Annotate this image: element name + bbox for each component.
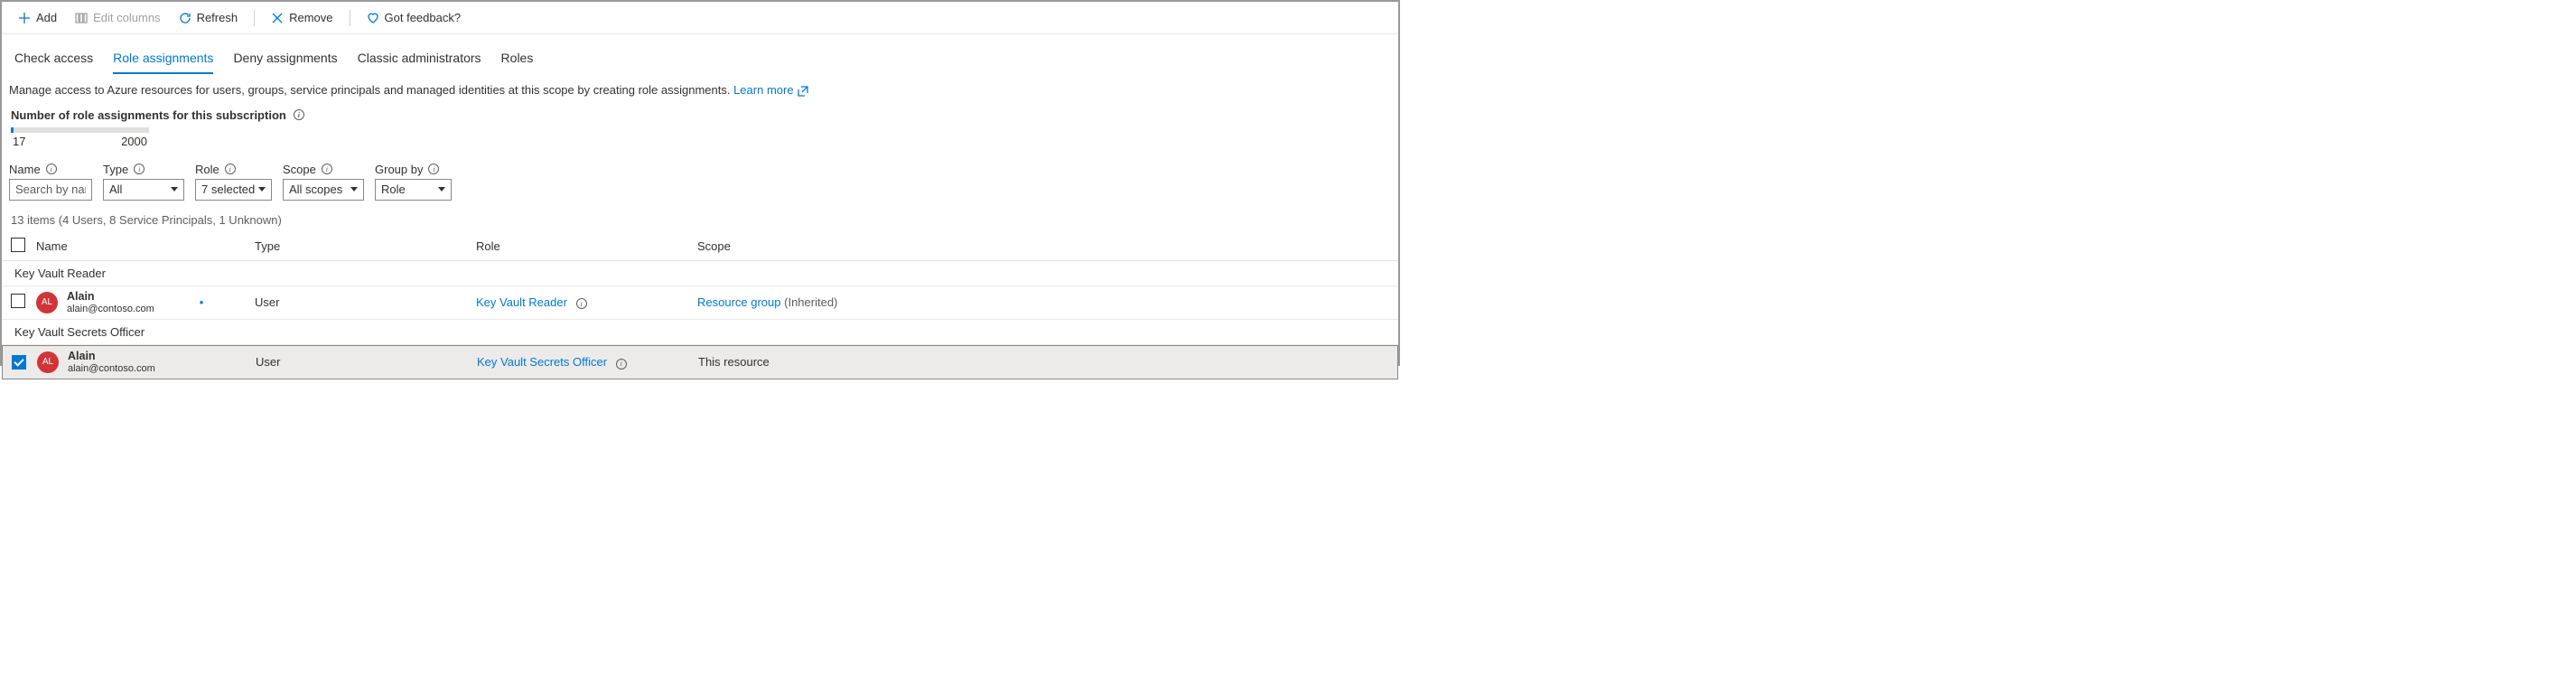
feedback-label: Got feedback?: [385, 11, 462, 24]
row-menu-icon[interactable]: •: [200, 295, 204, 309]
feedback-button[interactable]: Got feedback?: [359, 7, 469, 28]
scope-text: This resource: [698, 355, 770, 369]
x-icon: [271, 12, 284, 24]
user-name: Alain: [68, 350, 155, 363]
chevron-down-icon: [171, 187, 178, 192]
row-checkbox[interactable]: [11, 294, 25, 308]
user-stack: Alain alain@contoso.com: [68, 350, 155, 375]
filter-scope-label: Scope i: [283, 163, 364, 176]
filter-groupby-label: Group by i: [375, 163, 452, 176]
user-stack: Alain alain@contoso.com: [67, 290, 154, 315]
edit-columns-button[interactable]: Edit columns: [68, 7, 167, 28]
usage-section: Number of role assignments for this subs…: [2, 101, 1398, 152]
learn-more-link[interactable]: Learn more: [733, 83, 809, 97]
cell-type: User: [256, 355, 477, 369]
info-icon[interactable]: i: [225, 164, 236, 174]
chevron-down-icon: [350, 187, 358, 192]
group-header: Key Vault Reader: [2, 261, 1398, 286]
scope-suffix: (Inherited): [784, 295, 837, 309]
toolbar-divider: [254, 10, 255, 26]
filter-name-label: Name i: [9, 163, 92, 176]
row-checkbox[interactable]: [12, 355, 26, 370]
column-scope[interactable]: Scope: [697, 239, 1389, 253]
info-icon[interactable]: i: [294, 109, 304, 120]
add-button[interactable]: Add: [11, 7, 64, 28]
info-icon[interactable]: i: [616, 359, 627, 370]
command-bar: Add Edit columns Refresh Remove Got feed…: [2, 2, 1398, 34]
filter-name-group: Name i: [9, 163, 92, 201]
select-all-checkbox[interactable]: [11, 238, 25, 252]
avatar: AL: [37, 351, 59, 373]
info-icon[interactable]: i: [428, 164, 439, 174]
tab-roles[interactable]: Roles: [501, 47, 534, 74]
description-body: Manage access to Azure resources for use…: [9, 83, 733, 97]
tab-classic-administrators[interactable]: Classic administrators: [358, 47, 481, 74]
filter-type-group: Type i All: [103, 163, 184, 201]
items-count: 13 items (4 Users, 8 Service Principals,…: [2, 204, 1398, 232]
refresh-icon: [179, 12, 191, 24]
usage-title: Number of role assignments for this subs…: [11, 108, 304, 122]
column-name[interactable]: Name: [36, 239, 255, 253]
usage-progress: [11, 127, 149, 133]
usage-max: 2000: [121, 135, 147, 148]
usage-progress-fill: [11, 127, 14, 133]
usage-labels: 17 2000: [11, 135, 149, 148]
scope-dropdown[interactable]: All scopes: [283, 179, 364, 201]
scope-link[interactable]: Resource group: [697, 295, 781, 309]
table-row[interactable]: AL Alain alain@contoso.com User Key Vaul…: [2, 345, 1398, 379]
user-email: alain@contoso.com: [68, 363, 155, 375]
group-header: Key Vault Secrets Officer: [2, 320, 1398, 345]
plus-icon: [18, 12, 31, 24]
role-link[interactable]: Key Vault Reader: [476, 295, 567, 309]
heart-icon: [367, 12, 379, 24]
column-type[interactable]: Type: [255, 239, 476, 253]
external-link-icon: [797, 85, 809, 98]
tab-role-assignments[interactable]: Role assignments: [113, 47, 213, 74]
chevron-down-icon: [438, 187, 445, 192]
info-icon[interactable]: i: [322, 164, 332, 174]
usage-current: 17: [13, 135, 25, 148]
remove-label: Remove: [289, 11, 332, 24]
tab-check-access[interactable]: Check access: [14, 47, 93, 74]
refresh-button[interactable]: Refresh: [172, 7, 246, 28]
info-icon[interactable]: i: [46, 164, 57, 174]
table-header: Name Type Role Scope: [2, 232, 1398, 261]
cell-type: User: [255, 295, 476, 309]
search-input-field[interactable]: [15, 183, 86, 196]
table-row[interactable]: AL Alain alain@contoso.com • User Key Va…: [2, 286, 1398, 320]
filter-scope-group: Scope i All scopes: [283, 163, 364, 201]
filter-type-label: Type i: [103, 163, 184, 176]
tab-bar: Check access Role assignments Deny assig…: [2, 47, 1398, 74]
filter-bar: Name i Type i All Role i 7 selected Scop…: [2, 152, 1398, 204]
filter-role-label: Role i: [195, 163, 272, 176]
add-label: Add: [36, 11, 57, 24]
groupby-dropdown[interactable]: Role: [375, 179, 452, 201]
remove-button[interactable]: Remove: [264, 7, 340, 28]
refresh-label: Refresh: [197, 11, 238, 24]
user-email: alain@contoso.com: [67, 304, 154, 315]
user-name: Alain: [67, 290, 154, 304]
description-text: Manage access to Azure resources for use…: [2, 74, 1398, 101]
edit-columns-label: Edit columns: [93, 11, 160, 24]
avatar: AL: [36, 292, 58, 314]
filter-role-group: Role i 7 selected: [195, 163, 272, 201]
column-role[interactable]: Role: [476, 239, 697, 253]
filter-groupby-group: Group by i Role: [375, 163, 452, 201]
info-icon[interactable]: i: [134, 164, 145, 174]
role-dropdown[interactable]: 7 selected: [195, 179, 272, 201]
info-icon[interactable]: i: [576, 298, 587, 309]
role-link[interactable]: Key Vault Secrets Officer: [477, 355, 607, 369]
tab-deny-assignments[interactable]: Deny assignments: [233, 47, 337, 74]
search-input[interactable]: [9, 179, 92, 201]
chevron-down-icon: [258, 187, 266, 192]
type-dropdown[interactable]: All: [103, 179, 184, 201]
columns-icon: [75, 12, 88, 24]
